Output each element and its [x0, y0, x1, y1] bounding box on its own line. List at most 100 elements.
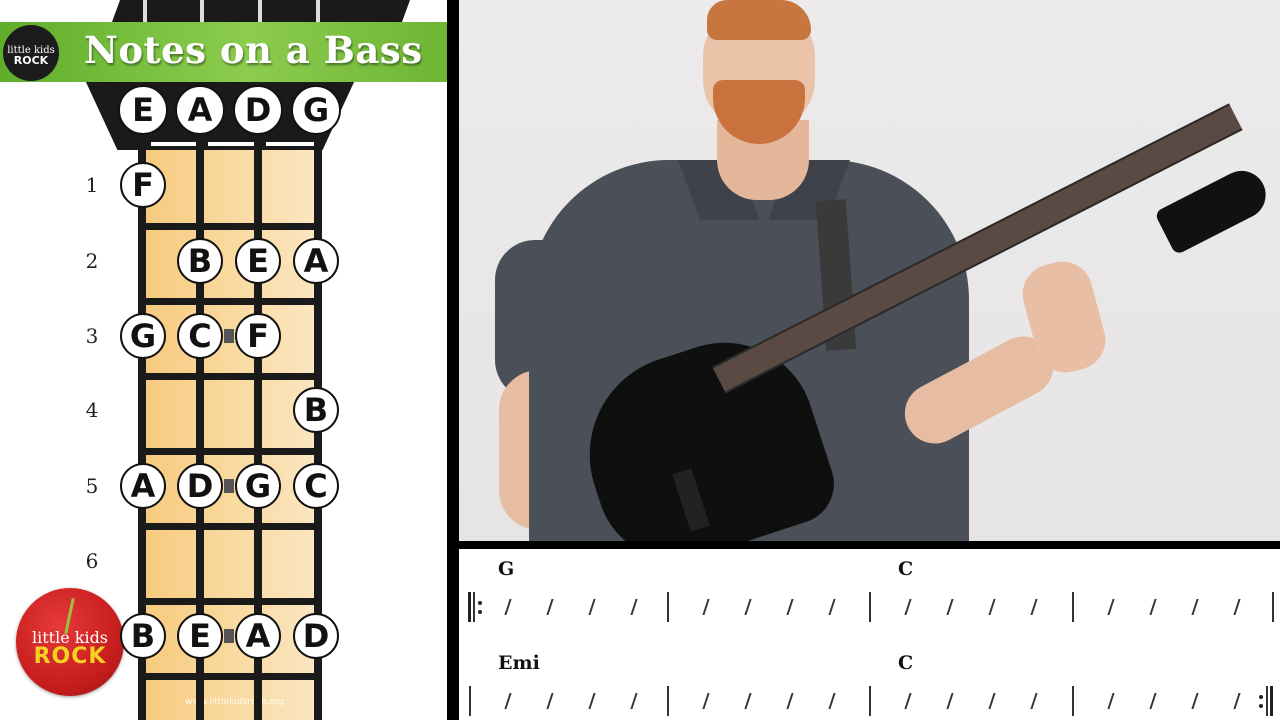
beat-slash	[1030, 599, 1038, 615]
fret-note: C	[177, 313, 223, 359]
beat-slash	[504, 693, 512, 709]
open-string-note: A	[175, 85, 225, 135]
beat-slash	[988, 599, 996, 615]
bass-guitar-headstock	[1154, 162, 1274, 256]
fret-note: G	[120, 313, 166, 359]
fret-line	[138, 673, 322, 680]
fret-line	[138, 448, 322, 455]
fret-note: B	[293, 387, 339, 433]
tuning-peg	[316, 0, 320, 22]
repeat-end-barline	[1270, 686, 1273, 716]
beat-slash	[1191, 599, 1199, 615]
fret-line	[138, 298, 322, 305]
beat-slash	[504, 599, 512, 615]
chord-symbol: Emi	[498, 652, 540, 674]
nut-gap	[208, 142, 256, 146]
beat-slash	[588, 693, 596, 709]
fret-note: A	[235, 613, 281, 659]
fret-line	[138, 223, 322, 230]
barline	[869, 592, 871, 622]
beat-slash	[630, 599, 638, 615]
logo-text-line2: ROCK	[33, 644, 107, 669]
beat-slash	[786, 693, 794, 709]
barline	[469, 686, 471, 716]
barline	[1072, 592, 1074, 622]
fret-number: 3	[85, 324, 99, 348]
beat-slash	[1107, 693, 1115, 709]
beat-slash	[630, 693, 638, 709]
beat-slash	[1233, 693, 1241, 709]
fret-line	[138, 373, 322, 380]
position-marker	[224, 629, 234, 643]
fret-note: G	[235, 463, 281, 509]
tuning-peg	[200, 0, 204, 22]
beat-slash	[988, 693, 996, 709]
instructor-hair	[707, 0, 811, 40]
beat-slash	[828, 599, 836, 615]
fret-note: A	[293, 238, 339, 284]
chart-title: Notes on a Bass	[84, 28, 423, 72]
instructor-video[interactable]	[459, 0, 1280, 541]
chord-symbol: C	[898, 652, 914, 674]
beat-slash	[1107, 599, 1115, 615]
barline	[1272, 592, 1274, 622]
beat-slash	[1233, 599, 1241, 615]
fret-number: 5	[85, 474, 99, 498]
nut-gap	[151, 142, 198, 146]
fret-note: F	[120, 162, 166, 208]
open-string-note: G	[291, 85, 341, 135]
fret-note: D	[177, 463, 223, 509]
beat-slash	[828, 693, 836, 709]
barline	[667, 686, 669, 716]
beat-slash	[546, 693, 554, 709]
beat-slash	[1149, 599, 1157, 615]
beat-slash	[744, 599, 752, 615]
position-marker	[224, 329, 234, 343]
beat-slash	[1030, 693, 1038, 709]
fret-note: E	[177, 613, 223, 659]
beat-slash	[946, 599, 954, 615]
beat-slash	[946, 693, 954, 709]
nut-gap	[266, 142, 314, 146]
repeat-start-barline	[468, 592, 471, 622]
barline	[1072, 686, 1074, 716]
beat-slash	[1149, 693, 1157, 709]
repeat-end-barline	[1266, 686, 1268, 716]
bass-note-chart: little kids ROCK Notes on a Bass little …	[0, 0, 447, 720]
little-kids-rock-logo-icon: little kids ROCK	[16, 588, 124, 696]
fret-number: 2	[85, 249, 99, 273]
fret-note: F	[235, 313, 281, 359]
fret-number: 4	[85, 398, 99, 422]
repeat-dot	[478, 610, 482, 614]
tuning-peg	[143, 0, 147, 22]
beat-slash	[702, 599, 710, 615]
beat-slash	[588, 599, 596, 615]
fret-number: 1	[85, 173, 99, 197]
fret-line	[138, 598, 322, 605]
beat-slash	[786, 599, 794, 615]
repeat-dot	[1259, 695, 1263, 699]
fret-line	[138, 523, 322, 530]
fret-note: A	[120, 463, 166, 509]
chord-symbol: G	[498, 558, 515, 580]
barline	[667, 592, 669, 622]
fret-note: B	[177, 238, 223, 284]
beat-slash	[1191, 693, 1199, 709]
beat-slash	[904, 599, 912, 615]
fret-note: D	[293, 613, 339, 659]
beat-slash	[546, 599, 554, 615]
logo-text-line2: ROCK	[13, 54, 49, 67]
fret-note: B	[120, 613, 166, 659]
beat-slash	[702, 693, 710, 709]
beat-slash	[904, 693, 912, 709]
chord-chart: G C Emi C	[459, 549, 1280, 720]
beat-slash	[744, 693, 752, 709]
tuning-peg	[258, 0, 262, 22]
panel-divider	[447, 0, 459, 720]
open-string-note: D	[233, 85, 283, 135]
repeat-start-barline	[473, 592, 475, 622]
fret-number: 6	[85, 549, 99, 573]
fret-note: E	[235, 238, 281, 284]
score-border	[459, 541, 1280, 549]
open-string-note: E	[118, 85, 168, 135]
